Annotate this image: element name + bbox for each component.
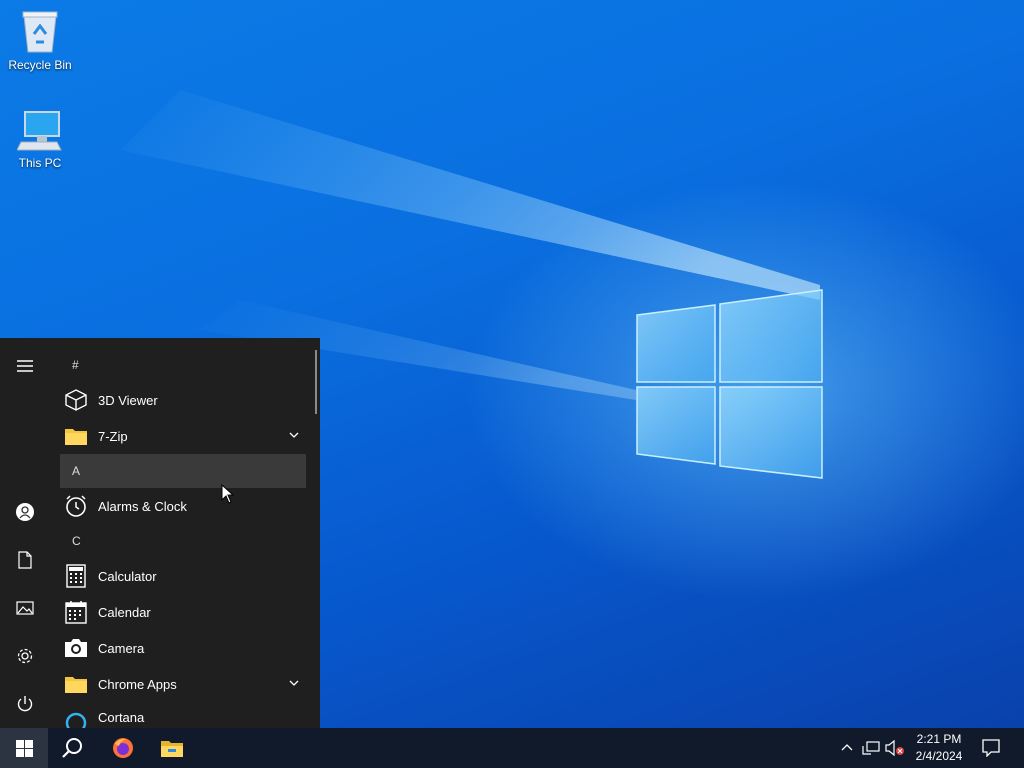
app-label: Cortana	[98, 710, 145, 725]
start-windows-icon	[15, 739, 33, 757]
menu-icon	[17, 360, 33, 372]
app-alarms-clock[interactable]: Alarms & Clock	[60, 488, 306, 524]
app-label: Calendar	[98, 604, 151, 620]
network-status[interactable]	[861, 738, 881, 758]
app-camera[interactable]: Camera	[60, 630, 306, 666]
folder-icon	[65, 429, 87, 445]
search-icon	[62, 738, 82, 758]
volume-muted-icon	[885, 740, 904, 756]
app-7zip-folder[interactable]: 7-Zip	[60, 418, 306, 454]
computer-icon	[17, 111, 62, 151]
start-menu: # 3D Viewer 7-Zip A Alarms & Clock C Cal…	[0, 338, 320, 734]
app-label: Chrome Apps	[98, 676, 177, 692]
pictures-icon	[16, 601, 34, 615]
power-icon	[17, 696, 33, 712]
taskbar-file-explorer[interactable]	[148, 728, 196, 768]
recycle-bin-icon	[22, 11, 58, 53]
start-menu-rail	[0, 338, 50, 728]
app-list-scrollbar[interactable]	[315, 350, 317, 414]
app-chrome-apps-folder[interactable]: Chrome Apps	[60, 666, 306, 702]
camera-icon	[65, 639, 87, 657]
app-3d-viewer[interactable]: 3D Viewer	[60, 382, 306, 418]
desktop-icon-label: Recycle Bin	[8, 58, 72, 72]
windows-logo-wallpaper	[636, 289, 823, 479]
action-center-button[interactable]	[981, 738, 1001, 758]
menu-expand-button[interactable]	[0, 346, 50, 386]
app-list: # 3D Viewer 7-Zip A Alarms & Clock C Cal…	[60, 348, 306, 736]
show-hidden-icons-chevron	[841, 744, 853, 751]
clock-date: 2/4/2024	[915, 749, 963, 763]
desktop-icon-this-pc[interactable]: This PC	[0, 108, 80, 170]
show-hidden-icons-button[interactable]	[837, 738, 857, 758]
notifications-icon	[982, 739, 1000, 757]
alarm-clock-icon	[66, 495, 86, 517]
chevron-down-icon[interactable]	[288, 429, 300, 441]
desktop-icon-recycle-bin[interactable]: Recycle Bin	[0, 8, 80, 72]
mouse-cursor-icon	[221, 484, 235, 504]
settings-gear-icon	[17, 648, 33, 664]
cube-3d-icon	[65, 389, 87, 411]
taskbar-clock[interactable]: 2:21 PM 2/4/2024	[906, 731, 972, 765]
desktop-icon-label: This PC	[18, 156, 62, 170]
section-header-a[interactable]: A	[60, 454, 306, 488]
network-icon	[862, 741, 880, 755]
start-button[interactable]	[0, 728, 48, 768]
firefox-icon	[113, 738, 133, 758]
taskbar-firefox[interactable]	[99, 728, 147, 768]
file-explorer-icon	[161, 741, 183, 757]
app-calculator[interactable]: Calculator	[60, 558, 306, 594]
calculator-icon	[66, 564, 86, 588]
pictures-button[interactable]	[0, 588, 50, 628]
section-header-hash[interactable]: #	[60, 348, 306, 382]
app-label: 7-Zip	[98, 428, 128, 444]
app-calendar[interactable]: Calendar	[60, 594, 306, 630]
documents-icon	[18, 551, 32, 569]
user-account-button[interactable]	[0, 492, 50, 532]
app-label: 3D Viewer	[98, 392, 158, 408]
chevron-down-icon[interactable]	[288, 677, 300, 689]
power-button[interactable]	[0, 684, 50, 724]
app-label: Camera	[98, 640, 145, 656]
clock-time: 2:21 PM	[916, 732, 962, 746]
volume-control[interactable]	[885, 738, 905, 758]
user-account-icon	[16, 503, 34, 521]
documents-button[interactable]	[0, 540, 50, 580]
app-label: Calculator	[98, 568, 157, 584]
calendar-icon	[65, 601, 87, 624]
taskbar: 2:21 PM 2/4/2024	[0, 728, 1024, 768]
folder-icon	[65, 677, 87, 693]
section-header-c[interactable]: C	[60, 524, 306, 558]
settings-button[interactable]	[0, 636, 50, 676]
search-button[interactable]	[48, 728, 96, 768]
app-label: Alarms & Clock	[98, 498, 187, 514]
